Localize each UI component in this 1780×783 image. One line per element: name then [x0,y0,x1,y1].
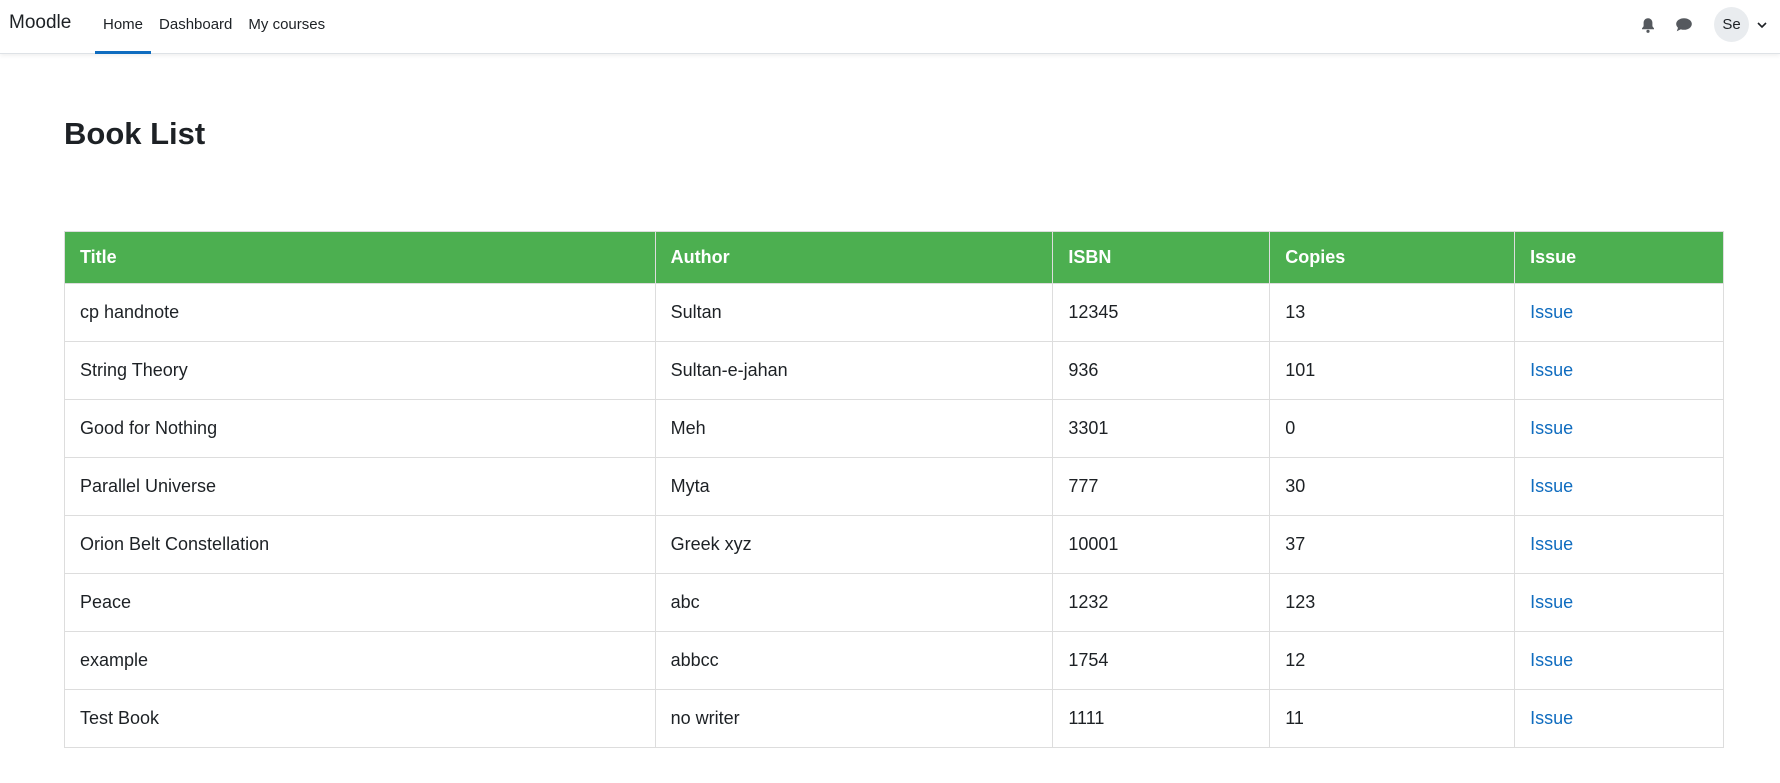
issue-link[interactable]: Issue [1530,302,1573,322]
book-isbn-cell: 936 [1052,341,1271,400]
table-row: Orion Belt Constellation Greek xyz 10001… [64,515,1724,574]
book-title-cell: Good for Nothing [64,399,656,458]
book-copies-cell: 123 [1269,573,1516,632]
issue-link[interactable]: Issue [1530,592,1573,612]
column-header-issue: Issue [1514,231,1724,284]
table-header-row: Title Author ISBN Copies Issue [64,231,1724,284]
book-author-cell: Greek xyz [654,515,1054,574]
issue-link[interactable]: Issue [1530,476,1573,496]
column-header-copies: Copies [1269,231,1516,284]
book-author-cell: Sultan-e-jahan [654,341,1054,400]
nav-link-my-courses[interactable]: My courses [240,1,333,47]
book-title-cell: example [64,631,656,690]
column-header-title: Title [64,231,656,284]
table-row: Good for Nothing Meh 3301 0 Issue [64,399,1724,458]
issue-link[interactable]: Issue [1530,708,1573,728]
issue-link[interactable]: Issue [1530,650,1573,670]
site-brand-link[interactable]: Moodle [9,12,71,34]
book-isbn-cell: 1111 [1052,689,1271,748]
issue-cell: Issue [1514,515,1724,574]
nav-link-dashboard[interactable]: Dashboard [151,1,240,47]
book-isbn-cell: 1232 [1052,573,1271,632]
book-title-cell: Orion Belt Constellation [64,515,656,574]
book-copies-cell: 12 [1269,631,1516,690]
book-title-cell: Test Book [64,689,656,748]
issue-cell: Issue [1514,573,1724,632]
issue-cell: Issue [1514,283,1724,342]
chevron-down-icon[interactable] [1755,18,1769,32]
issue-link[interactable]: Issue [1530,360,1573,380]
column-header-isbn: ISBN [1052,231,1271,284]
book-author-cell: abbcc [654,631,1054,690]
book-isbn-cell: 1754 [1052,631,1271,690]
issue-cell: Issue [1514,689,1724,748]
table-row: Test Book no writer 1111 11 Issue [64,689,1724,748]
book-copies-cell: 0 [1269,399,1516,458]
book-isbn-cell: 12345 [1052,283,1271,342]
book-author-cell: abc [654,573,1054,632]
table-row: String Theory Sultan-e-jahan 936 101 Iss… [64,341,1724,400]
book-title-cell: Parallel Universe [64,457,656,516]
table-row: Peace abc 1232 123 Issue [64,573,1724,632]
chat-icon[interactable] [1674,15,1694,35]
book-author-cell: Meh [654,399,1054,458]
book-copies-cell: 101 [1269,341,1516,400]
primary-navigation: Home Dashboard My courses [95,0,333,54]
table-row: cp handnote Sultan 12345 13 Issue [64,283,1724,342]
book-copies-cell: 11 [1269,689,1516,748]
page-title: Book List [64,116,206,151]
issue-cell: Issue [1514,631,1724,690]
book-title-cell: Peace [64,573,656,632]
book-author-cell: Myta [654,457,1054,516]
table-row: Parallel Universe Myta 777 30 Issue [64,457,1724,516]
issue-cell: Issue [1514,399,1724,458]
book-isbn-cell: 777 [1052,457,1271,516]
book-author-cell: no writer [654,689,1054,748]
book-copies-cell: 37 [1269,515,1516,574]
issue-cell: Issue [1514,457,1724,516]
column-header-author: Author [654,231,1054,284]
book-title-cell: cp handnote [64,283,656,342]
book-title-cell: String Theory [64,341,656,400]
issue-link[interactable]: Issue [1530,534,1573,554]
book-author-cell: Sultan [654,283,1054,342]
book-copies-cell: 30 [1269,457,1516,516]
bell-icon[interactable] [1638,15,1658,35]
issue-cell: Issue [1514,341,1724,400]
table-row: example abbcc 1754 12 Issue [64,631,1724,690]
user-avatar[interactable]: Se [1714,7,1749,42]
issue-link[interactable]: Issue [1530,418,1573,438]
top-navbar: Moodle Home Dashboard My courses Se [0,0,1780,54]
book-copies-cell: 13 [1269,283,1516,342]
book-isbn-cell: 10001 [1052,515,1271,574]
book-isbn-cell: 3301 [1052,399,1271,458]
nav-link-home[interactable]: Home [95,1,152,54]
book-list-table: Title Author ISBN Copies Issue cp handno… [64,231,1724,748]
